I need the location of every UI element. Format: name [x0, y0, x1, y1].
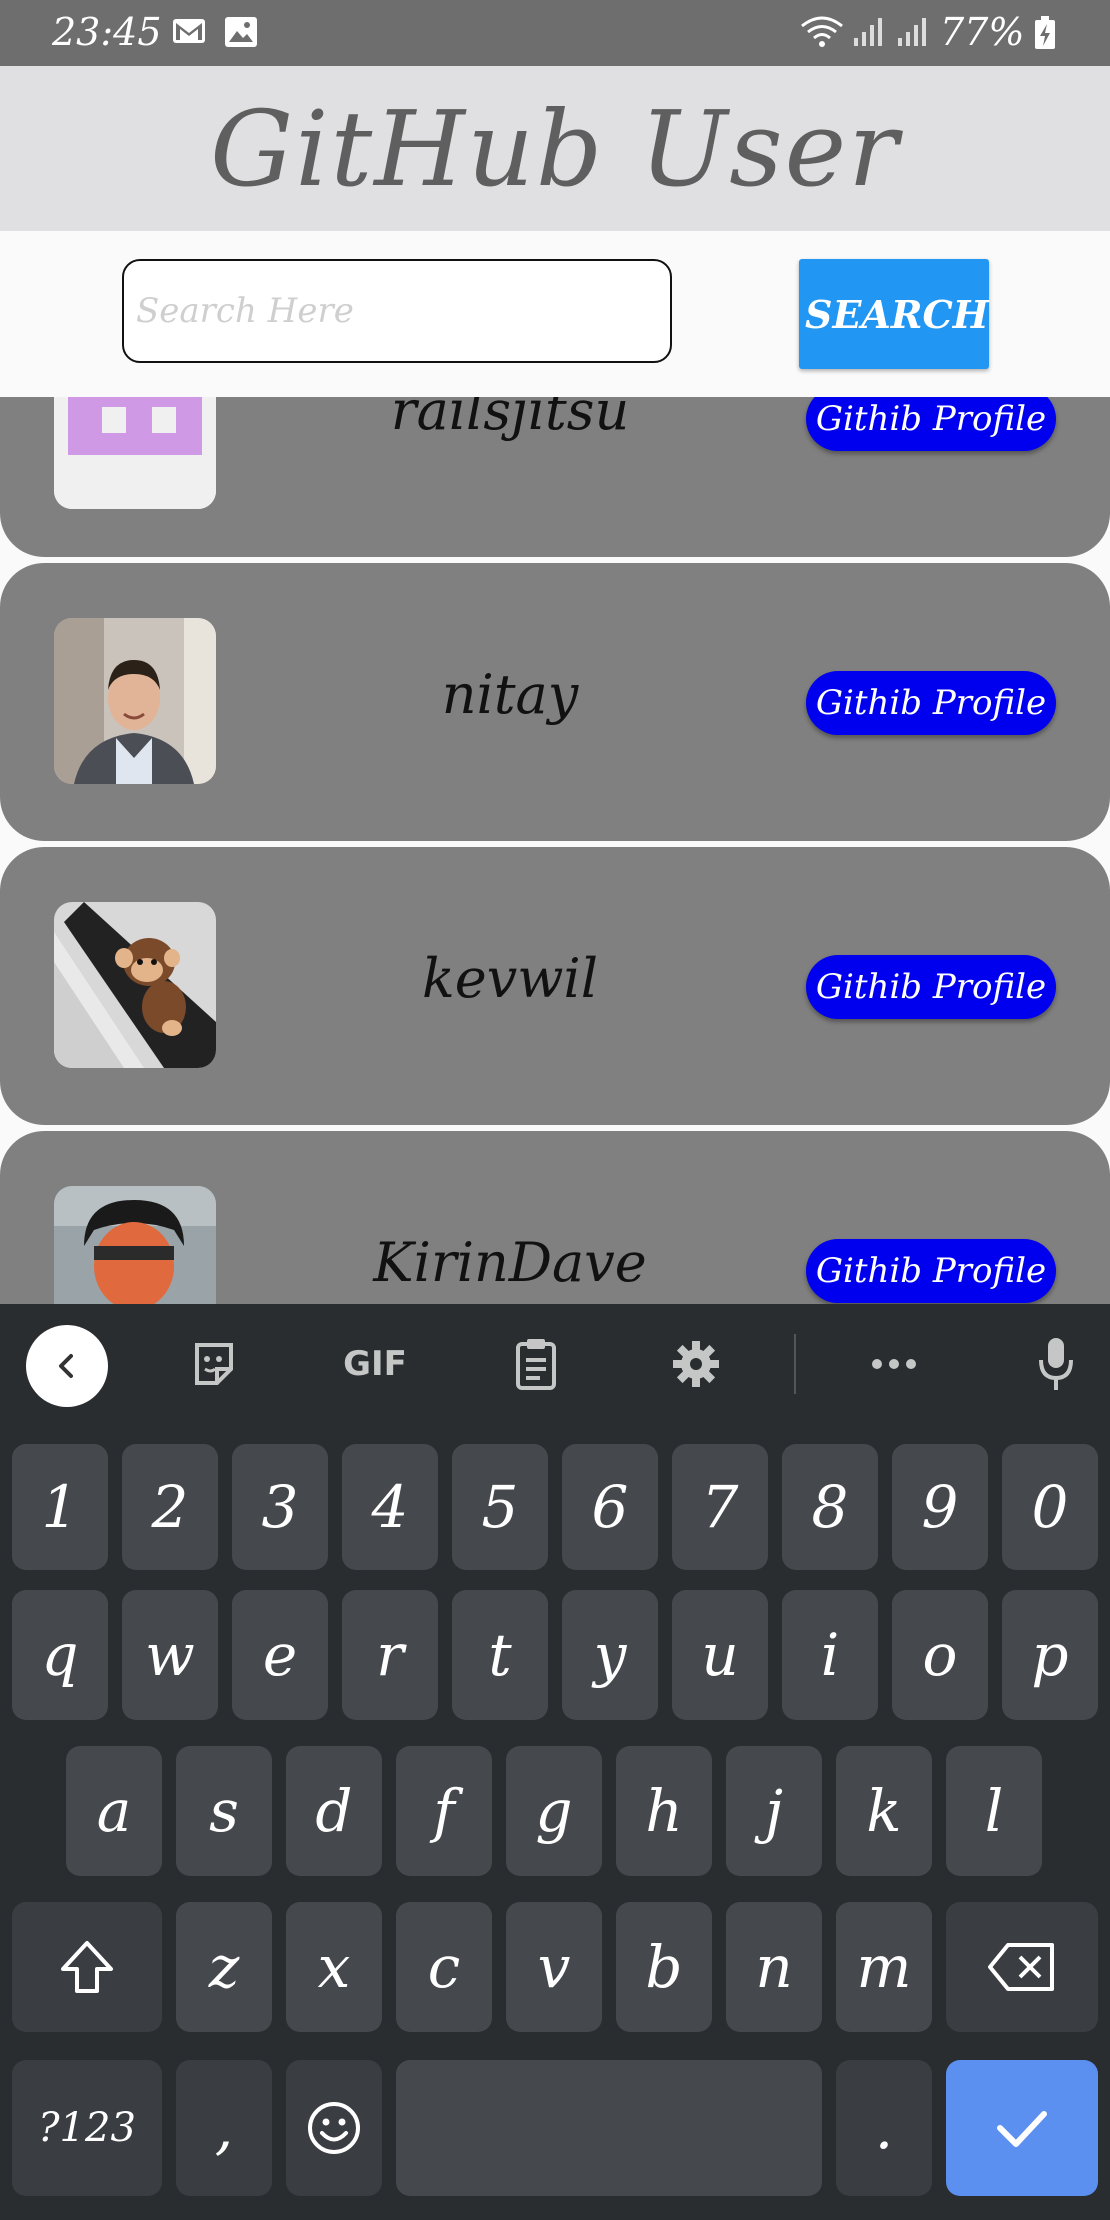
key-h[interactable]: h: [616, 1746, 712, 1876]
key-i[interactable]: i: [782, 1590, 878, 1720]
key-0[interactable]: 0: [1002, 1444, 1098, 1570]
back-icon[interactable]: [26, 1325, 108, 1407]
key-t[interactable]: t: [452, 1590, 548, 1720]
avatar: [54, 618, 216, 784]
key-m[interactable]: m: [836, 1902, 932, 2032]
key-p[interactable]: p: [1002, 1590, 1098, 1720]
key-s[interactable]: s: [176, 1746, 272, 1876]
period-key[interactable]: .: [836, 2060, 932, 2196]
signal-icon: [896, 16, 930, 52]
key-u[interactable]: u: [672, 1590, 768, 1720]
list-item: kevwil Githib Profile: [0, 847, 1110, 1125]
key-y[interactable]: y: [562, 1590, 658, 1720]
checkmark-icon: [997, 2111, 1047, 2147]
shift-key[interactable]: [12, 1902, 162, 2032]
key-q[interactable]: q: [12, 1590, 108, 1720]
key-w[interactable]: w: [122, 1590, 218, 1720]
app-header: GitHub User: [0, 66, 1110, 231]
key-c[interactable]: c: [396, 1902, 492, 2032]
github-profile-button[interactable]: Githib Profile: [806, 1239, 1056, 1303]
key-2[interactable]: 2: [122, 1444, 218, 1570]
symbols-key[interactable]: ?123: [12, 2060, 162, 2196]
clipboard-icon[interactable]: [506, 1334, 566, 1394]
avatar: [54, 1186, 216, 1304]
comma-key[interactable]: ,: [176, 2060, 272, 2196]
key-d[interactable]: d: [286, 1746, 382, 1876]
key-4[interactable]: 4: [342, 1444, 438, 1570]
key-r[interactable]: r: [342, 1590, 438, 1720]
key-6[interactable]: 6: [562, 1444, 658, 1570]
sticker-icon[interactable]: [184, 1334, 244, 1394]
keyboard-toolbar: GIF: [0, 1304, 1110, 1424]
key-8[interactable]: 8: [782, 1444, 878, 1570]
soft-keyboard: GIF 1 2 3 4 5 6 7 8 9 0 q w e r t y u i …: [0, 1304, 1110, 2220]
key-3[interactable]: 3: [232, 1444, 328, 1570]
list-item: nitay Githib Profile: [0, 563, 1110, 841]
username: KirinDave: [373, 1231, 647, 1294]
settings-icon[interactable]: [666, 1334, 726, 1394]
key-j[interactable]: j: [726, 1746, 822, 1876]
github-profile-button[interactable]: Githib Profile: [806, 397, 1056, 451]
emoji-key[interactable]: [286, 2060, 382, 2196]
key-x[interactable]: x: [286, 1902, 382, 2032]
enter-key[interactable]: [946, 2060, 1098, 2196]
wifi-icon: [800, 16, 844, 54]
mic-icon[interactable]: [1026, 1334, 1086, 1394]
backspace-key[interactable]: [946, 1902, 1098, 2032]
symbols-label: ?123: [38, 2105, 136, 2151]
username: kevwil: [422, 947, 598, 1010]
status-time: 23:45: [52, 10, 162, 54]
key-a[interactable]: a: [66, 1746, 162, 1876]
key-n[interactable]: n: [726, 1902, 822, 2032]
search-button[interactable]: SEARCH: [799, 259, 989, 369]
key-7[interactable]: 7: [672, 1444, 768, 1570]
username: railsjitsu: [390, 397, 630, 442]
user-list[interactable]: railsjitsu Githib Profile nitay Githib P…: [0, 397, 1110, 1304]
github-profile-button[interactable]: Githib Profile: [806, 671, 1056, 735]
gallery-icon: [224, 16, 258, 52]
key-o[interactable]: o: [892, 1590, 988, 1720]
key-9[interactable]: 9: [892, 1444, 988, 1570]
github-profile-button[interactable]: Githib Profile: [806, 955, 1056, 1019]
more-icon[interactable]: [864, 1334, 924, 1394]
key-b[interactable]: b: [616, 1902, 712, 2032]
toolbar-divider: [794, 1334, 796, 1394]
page-title: GitHub User: [210, 87, 900, 210]
key-z[interactable]: z: [176, 1902, 272, 2032]
list-item: KirinDave Githib Profile: [0, 1131, 1110, 1304]
username: nitay: [441, 663, 579, 726]
gif-button[interactable]: GIF: [340, 1334, 410, 1394]
shift-icon: [61, 1941, 113, 1993]
key-k[interactable]: k: [836, 1746, 932, 1876]
space-key[interactable]: [396, 2060, 822, 2196]
key-f[interactable]: f: [396, 1746, 492, 1876]
key-g[interactable]: g: [506, 1746, 602, 1876]
battery-percent: 77%: [940, 10, 1025, 54]
gmail-icon: [172, 16, 206, 50]
battery-charging-icon: [1034, 16, 1056, 54]
search-bar: SEARCH: [0, 231, 1110, 397]
backspace-icon: [988, 1943, 1054, 1991]
search-input[interactable]: [122, 259, 672, 363]
key-l[interactable]: l: [946, 1746, 1042, 1876]
avatar: [54, 902, 216, 1068]
key-1[interactable]: 1: [12, 1444, 108, 1570]
emoji-icon: [308, 2102, 360, 2154]
signal-icon: [852, 16, 886, 52]
key-e[interactable]: e: [232, 1590, 328, 1720]
key-v[interactable]: v: [506, 1902, 602, 2032]
avatar: [54, 397, 216, 509]
list-item: railsjitsu Githib Profile: [0, 397, 1110, 557]
key-5[interactable]: 5: [452, 1444, 548, 1570]
gif-label: GIF: [343, 1344, 407, 1384]
status-bar: 23:45 77%: [0, 0, 1110, 66]
